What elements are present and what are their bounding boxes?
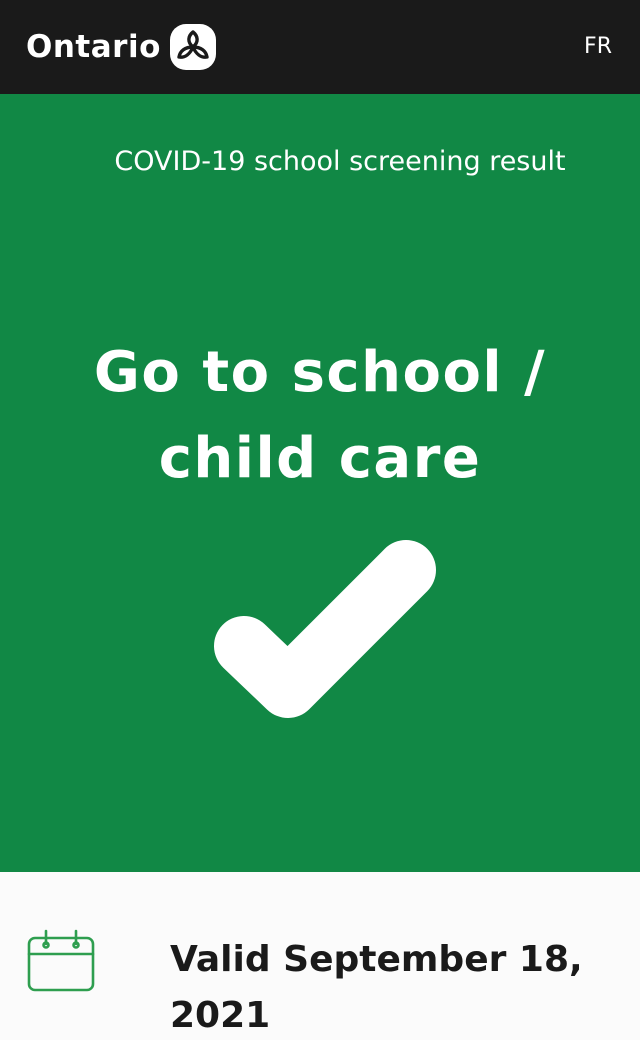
trillium-icon bbox=[169, 24, 216, 70]
ontario-logo-text: Ontario bbox=[26, 29, 161, 65]
validity-panel: Valid September 18, 2021 bbox=[0, 872, 640, 1040]
screening-result-panel: COVID-19 school screening result Go to s… bbox=[0, 94, 640, 872]
top-header: Ontario FR bbox=[0, 0, 640, 94]
ontario-logo-link[interactable]: Ontario bbox=[26, 24, 217, 70]
valid-date-text: Valid September 18, 2021 bbox=[170, 939, 583, 1036]
result-headline: Go to school / child care bbox=[93, 340, 547, 491]
result-subtitle: COVID-19 school screening result bbox=[114, 146, 566, 177]
checkmark-icon bbox=[214, 540, 436, 718]
calendar-icon bbox=[27, 929, 95, 992]
french-language-link[interactable]: FR bbox=[584, 30, 612, 64]
